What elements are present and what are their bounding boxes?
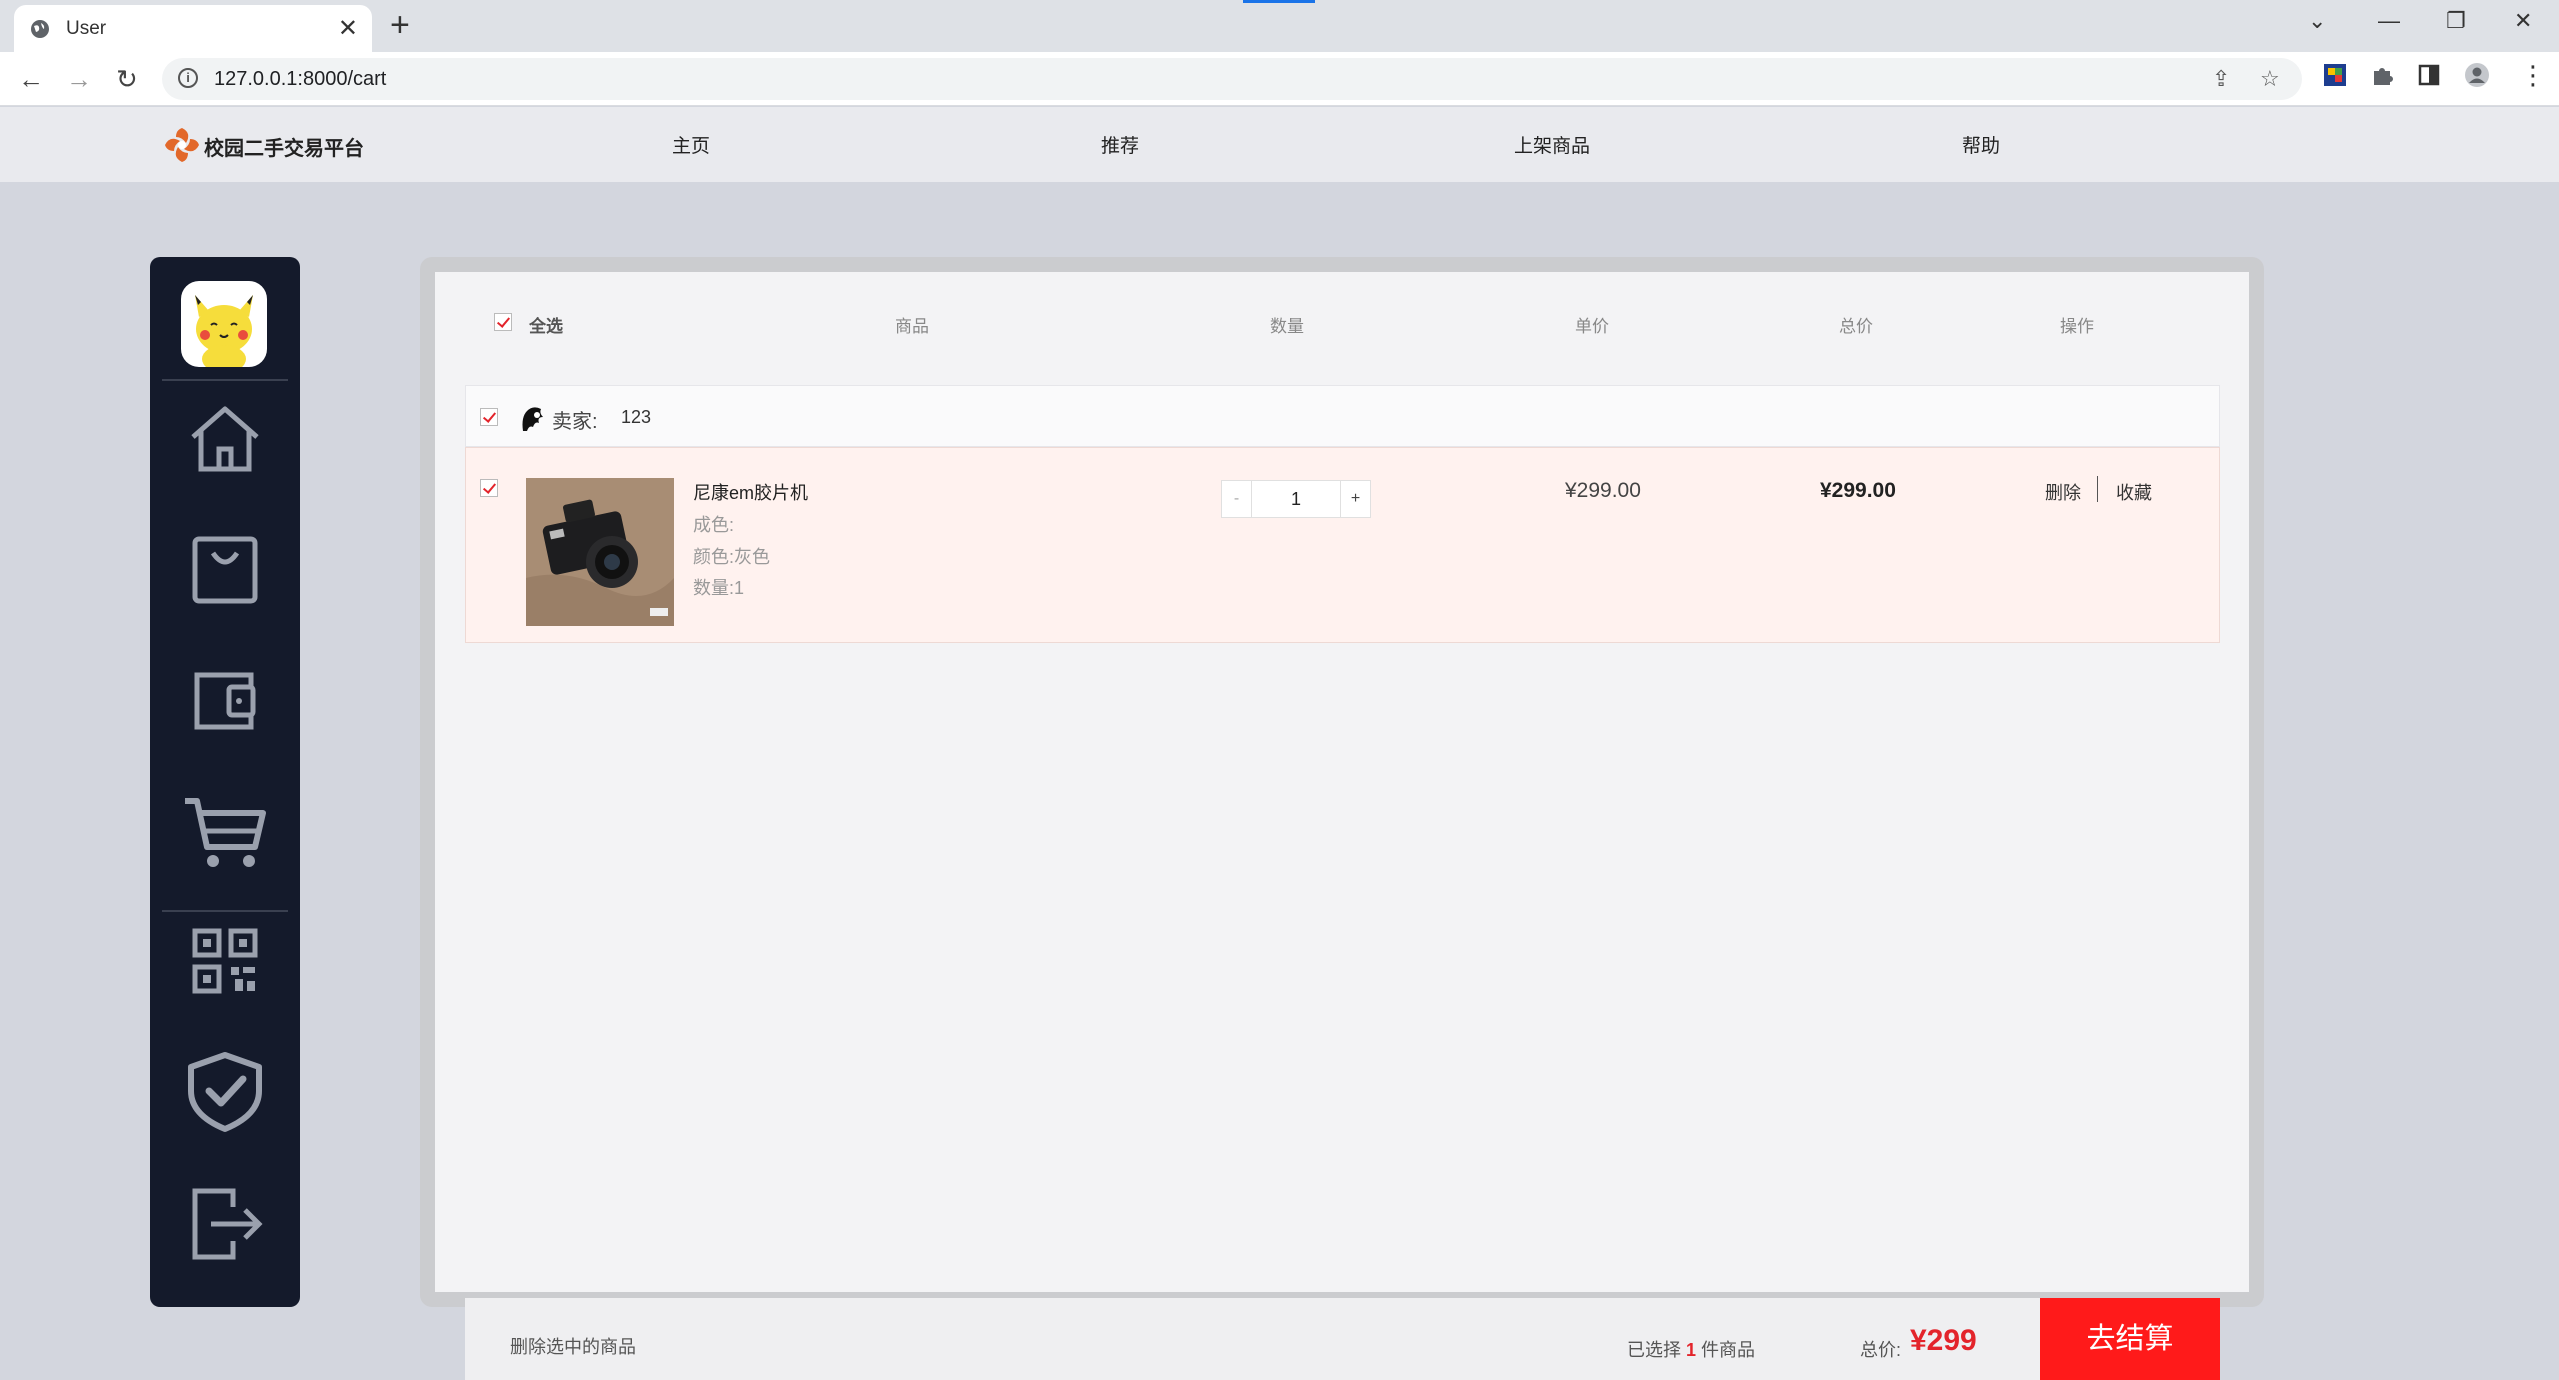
wallet-icon[interactable] bbox=[181, 657, 269, 745]
header-product: 商品 bbox=[895, 317, 929, 336]
extension-colorful-icon[interactable] bbox=[2322, 62, 2348, 88]
address-bar[interactable]: i 127.0.0.1:8000/cart ⇪ ☆ bbox=[162, 58, 2302, 100]
product-image[interactable] bbox=[526, 478, 674, 626]
home-icon[interactable] bbox=[181, 395, 269, 483]
quantity-stepper: - 1 + bbox=[1221, 480, 1371, 518]
selected-count: 1 bbox=[1686, 1340, 1697, 1360]
close-window-icon[interactable]: ✕ bbox=[2514, 8, 2532, 34]
favorite-item-link[interactable]: 收藏 bbox=[2116, 479, 2152, 505]
bag-icon[interactable] bbox=[181, 525, 269, 613]
tab-indicator bbox=[1243, 0, 1315, 3]
back-icon[interactable]: ← bbox=[18, 64, 44, 95]
browser-tab[interactable]: User ✕ bbox=[14, 5, 372, 52]
product-condition: 成色: bbox=[693, 515, 735, 535]
forward-icon[interactable]: → bbox=[66, 64, 92, 95]
product-count: 数量:1 bbox=[693, 578, 745, 598]
tab-close-icon[interactable]: ✕ bbox=[338, 14, 358, 43]
site-info-icon[interactable]: i bbox=[178, 68, 198, 88]
brand-name[interactable]: 校园二手交易平台 bbox=[204, 132, 364, 161]
browser-tabstrip: User ✕ + ⌄ — ❐ ✕ bbox=[0, 0, 2559, 52]
header-unit-price: 单价 bbox=[1575, 317, 1609, 336]
logout-icon[interactable] bbox=[181, 1179, 269, 1267]
restore-icon[interactable]: ❐ bbox=[2446, 8, 2466, 34]
camera-photo bbox=[526, 478, 674, 626]
selected-suffix: 件商品 bbox=[1701, 1340, 1756, 1360]
brand-logo[interactable] bbox=[162, 125, 202, 165]
checkout-button[interactable]: 去结算 bbox=[2040, 1298, 2220, 1380]
selected-prefix: 已选择 bbox=[1627, 1340, 1681, 1360]
product-color: 颜色:灰色 bbox=[693, 547, 771, 567]
seller-name[interactable]: 123 bbox=[621, 407, 651, 428]
select-all-checkbox[interactable] bbox=[494, 313, 512, 331]
footer-total-label: 总价: bbox=[1860, 1340, 1902, 1360]
site-header: 校园二手交易平台 主页 推荐 上架商品 帮助 bbox=[0, 107, 2559, 182]
seller-row bbox=[465, 385, 2220, 447]
nav-home[interactable]: 主页 bbox=[672, 131, 710, 158]
extensions-puzzle-icon[interactable] bbox=[2369, 62, 2395, 88]
selected-summary: 已选择 1 件商品 bbox=[1627, 1336, 1755, 1362]
delete-item-link[interactable]: 删除 bbox=[2045, 479, 2081, 505]
quantity-plus-button[interactable]: + bbox=[1340, 481, 1370, 517]
delete-selected-link[interactable]: 删除选中的商品 bbox=[510, 1333, 636, 1359]
nav-help[interactable]: 帮助 bbox=[1962, 131, 2000, 158]
header-total: 总价 bbox=[1839, 317, 1873, 336]
header-action: 操作 bbox=[2060, 317, 2094, 336]
new-tab-icon[interactable]: + bbox=[390, 6, 410, 45]
header-quantity: 数量 bbox=[1270, 317, 1304, 336]
reload-icon[interactable]: ↻ bbox=[116, 64, 138, 95]
share-icon[interactable]: ⇪ bbox=[2212, 66, 2230, 92]
address-url[interactable]: 127.0.0.1:8000/cart bbox=[214, 68, 386, 91]
seller-checkbox[interactable] bbox=[480, 408, 498, 426]
quantity-input[interactable]: 1 bbox=[1252, 481, 1340, 517]
nav-list-product[interactable]: 上架商品 bbox=[1514, 131, 1590, 158]
browser-menu-icon[interactable]: ⋮ bbox=[2520, 60, 2546, 91]
cart-icon[interactable] bbox=[181, 787, 269, 875]
sidebar-divider bbox=[162, 910, 288, 912]
qrcode-icon[interactable] bbox=[181, 917, 269, 1005]
sidebar bbox=[150, 257, 300, 1307]
seller-avatar-icon[interactable] bbox=[517, 403, 547, 433]
nav-recommend[interactable]: 推荐 bbox=[1101, 131, 1139, 158]
minimize-icon[interactable]: — bbox=[2378, 8, 2400, 34]
select-all-label[interactable]: 全选 bbox=[529, 312, 563, 337]
unit-price: ¥299.00 bbox=[1565, 479, 1641, 502]
quantity-minus-button[interactable]: - bbox=[1222, 481, 1252, 517]
tab-search-icon[interactable]: ⌄ bbox=[2308, 8, 2326, 34]
profile-avatar-icon[interactable] bbox=[2464, 62, 2490, 88]
globe-icon bbox=[31, 20, 49, 38]
item-total-price: ¥299.00 bbox=[1820, 479, 1896, 502]
product-name[interactable]: 尼康em胶片机 bbox=[693, 479, 808, 505]
tab-title: User bbox=[66, 18, 107, 39]
footer-total-value: ¥299 bbox=[1910, 1324, 1977, 1357]
sidebar-divider bbox=[162, 379, 288, 381]
side-panel-icon[interactable] bbox=[2416, 62, 2442, 88]
action-separator bbox=[2097, 476, 2098, 502]
item-checkbox[interactable] bbox=[480, 479, 498, 497]
pikachu-avatar-icon bbox=[195, 295, 253, 367]
seller-label: 卖家: bbox=[552, 411, 598, 433]
bookmark-star-icon[interactable]: ☆ bbox=[2260, 66, 2280, 92]
user-avatar[interactable] bbox=[181, 281, 267, 367]
shield-check-icon[interactable] bbox=[181, 1047, 269, 1135]
browser-toolbar: ← → ↻ i 127.0.0.1:8000/cart ⇪ ☆ bbox=[0, 52, 2559, 106]
